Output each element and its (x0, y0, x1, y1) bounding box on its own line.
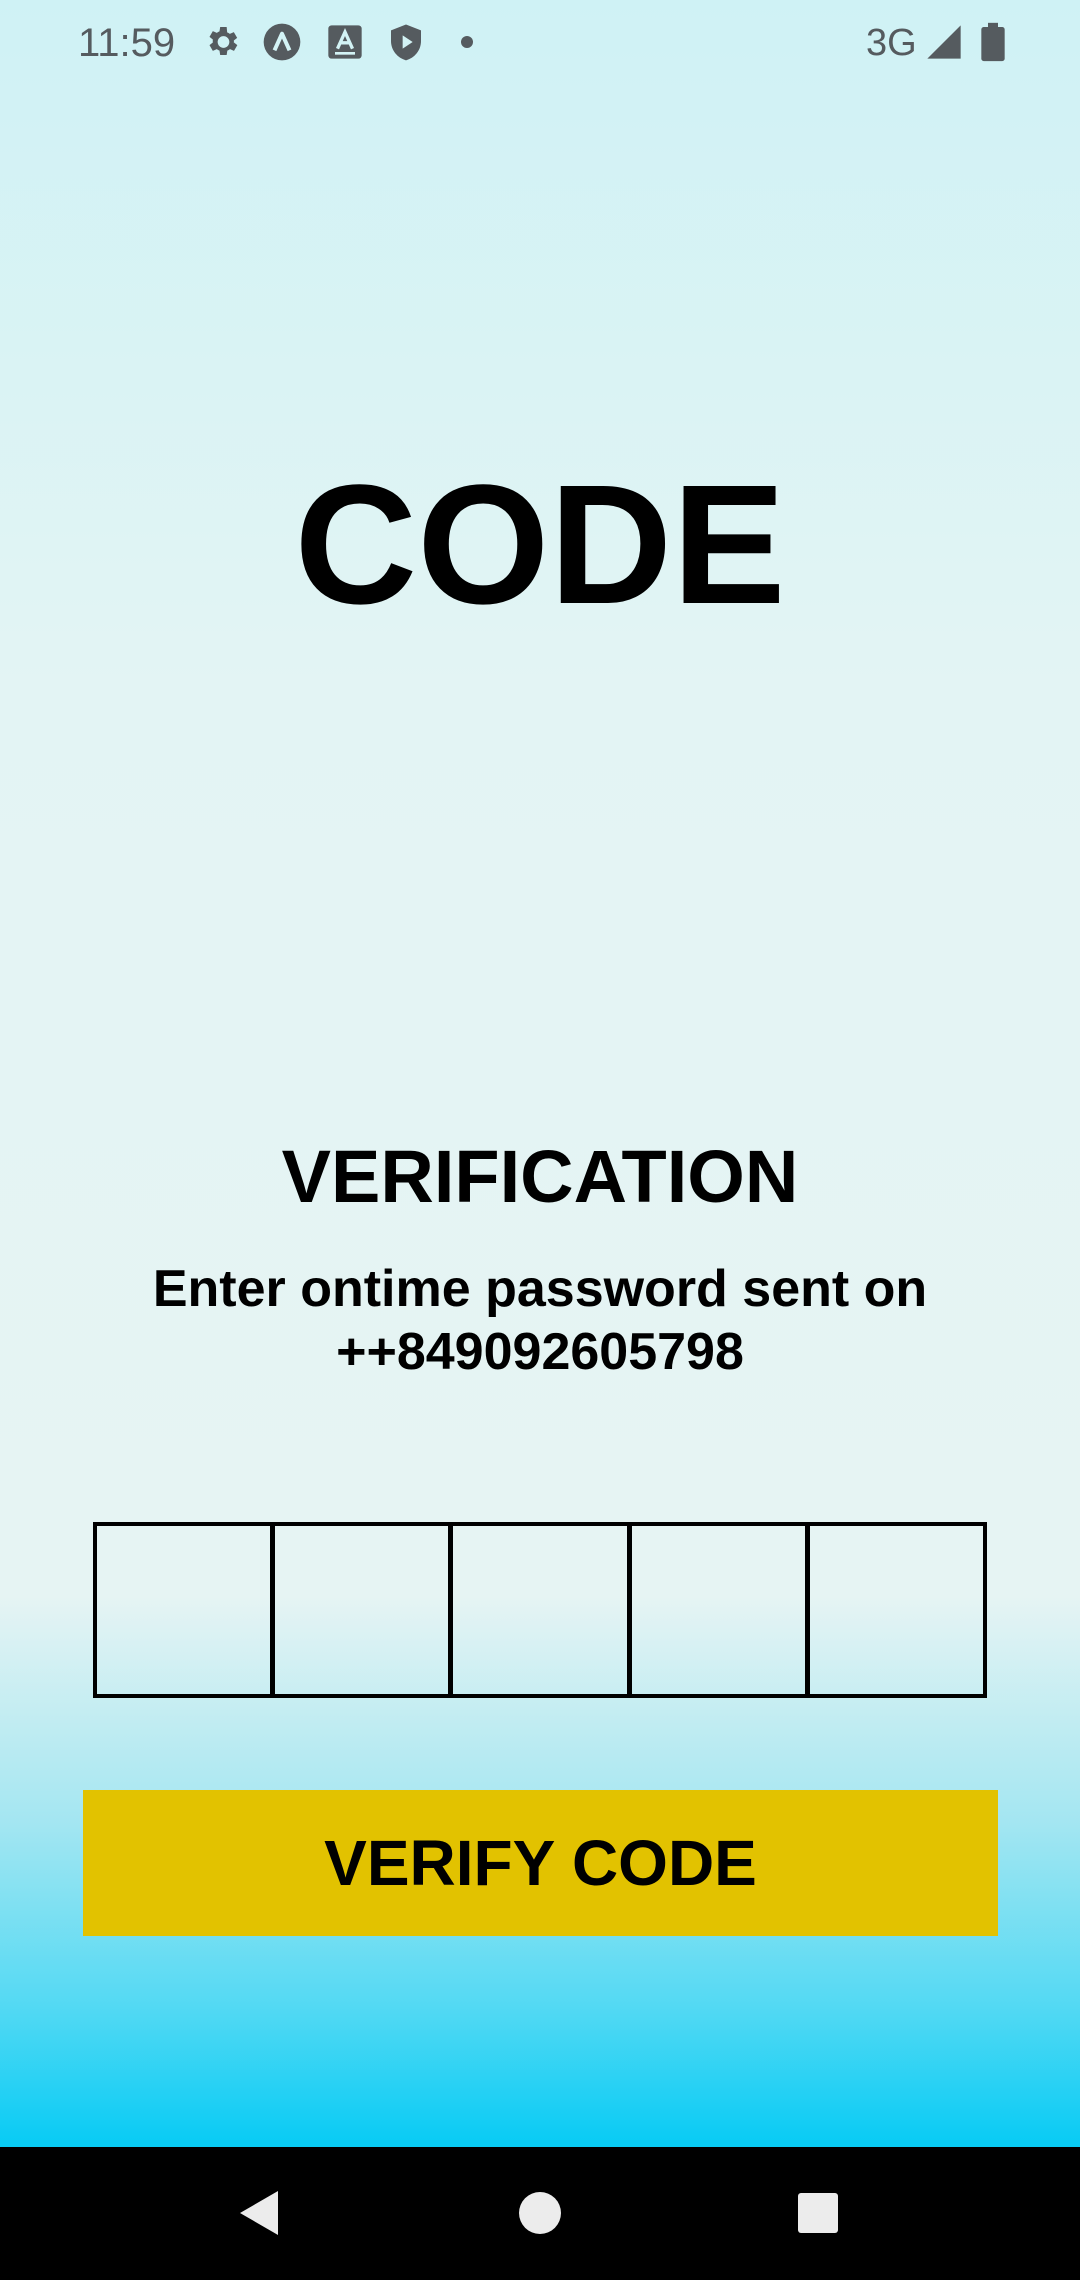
home-icon[interactable] (510, 2183, 570, 2243)
otp-digit-4[interactable] (632, 1526, 810, 1694)
network-type-label: 3G (866, 22, 917, 64)
verify-code-button-label: VERIFY CODE (324, 1827, 757, 1899)
status-time: 11:59 (78, 21, 176, 65)
otp-digit-5[interactable] (810, 1526, 983, 1694)
page-subtitle: VERIFICATION (281, 1135, 799, 1218)
battery-icon (978, 22, 1008, 62)
page-title: CODE (294, 450, 786, 640)
signal-icon (924, 22, 964, 62)
app-a-icon (262, 22, 302, 62)
text-a-icon (325, 22, 365, 62)
otp-digit-3[interactable] (453, 1526, 632, 1694)
instruction-text: Enter ontime password sent on ++84909260… (152, 1260, 928, 1381)
navigation-bar (0, 2147, 1080, 2280)
shield-play-icon (386, 22, 426, 62)
verify-code-button[interactable]: VERIFY CODE (83, 1790, 998, 1936)
otp-digit-1[interactable] (97, 1526, 276, 1694)
back-icon[interactable] (230, 2183, 290, 2243)
status-bar: 11:59 3G (0, 0, 1080, 86)
settings-icon (202, 22, 242, 62)
otp-input-group (93, 1522, 987, 1698)
recents-icon[interactable] (788, 2183, 848, 2243)
otp-digit-2[interactable] (275, 1526, 454, 1694)
dot-icon (456, 22, 478, 62)
